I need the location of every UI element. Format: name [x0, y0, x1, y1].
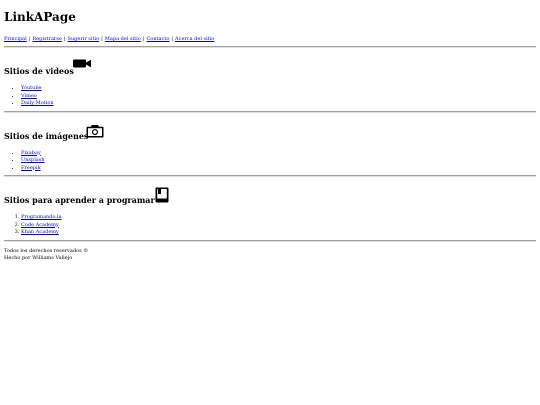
section-title-programming: Sitios para aprender a programar [4, 195, 155, 205]
section-title-images: Sitios de imágenes [4, 130, 89, 141]
list-item: Khan Academy [21, 229, 536, 237]
link-programando-la[interactable]: Programando.la [21, 214, 62, 220]
link-freepik[interactable]: Freepik [21, 165, 41, 171]
image-sites-list: Pixabay Unsplash Freepik [4, 150, 536, 173]
divider [4, 239, 536, 242]
site-title: LinkAPage [4, 10, 76, 24]
divider [4, 46, 536, 48]
list-item: Daily Motion [21, 100, 536, 108]
footer-copyright: Todos los derechos reservados © [4, 247, 89, 254]
link-pixabay[interactable]: Pixabay [21, 150, 41, 156]
nav-link-contacto[interactable]: Contacto [146, 36, 169, 42]
link-youtube[interactable]: Youtube [21, 85, 42, 91]
list-item: Programando.la [21, 214, 536, 222]
section-programming: Sitios para aprender a programar Program… [4, 187, 536, 237]
divider [4, 110, 536, 113]
divider [4, 175, 536, 177]
section-heading-videos: Sitios de videos [4, 59, 536, 77]
nav-link-sugerir-sitio[interactable]: Sugerir sitio [68, 36, 100, 42]
top-nav: Principal | Registrarse | Sugerir sitio | Mapa… [4, 35, 536, 43]
list-item: Youtube [21, 85, 536, 93]
camera-icon [86, 124, 104, 138]
link-unsplash[interactable]: Unsplash [21, 157, 45, 163]
section-heading-images: Sitios de imágenes [4, 124, 536, 142]
list-item: Vimeo [21, 93, 536, 101]
nav-link-registrarse[interactable]: Registrarse [32, 36, 61, 42]
footer-author: Hecho por Williams Vallejo [4, 255, 73, 261]
nav-separator: | [101, 36, 103, 42]
section-title-videos: Sitios de videos [4, 66, 74, 76]
list-item: Code Academy [21, 222, 536, 230]
link-khan-academy[interactable]: Khan Academy [21, 229, 59, 235]
video-sites-list: Youtube Vimeo Daily Motion [4, 85, 536, 108]
link-code-academy[interactable]: Code Academy [21, 222, 59, 228]
nav-separator: | [28, 36, 31, 42]
nav-separator: | [63, 36, 66, 42]
programming-sites-list: Programando.la Code Academy Khan Academy [4, 214, 536, 237]
page: LinkAPage Principal | Registrarse | Sugerir … [0, 0, 540, 263]
list-item: Pixabay [21, 150, 536, 158]
link-vimeo[interactable]: Vimeo [21, 93, 37, 99]
nav-separator: | [171, 36, 174, 42]
footer: Todos los derechos reservados © Hecho po… [4, 248, 536, 263]
video-camera-icon [73, 59, 92, 68]
link-daily-motion[interactable]: Daily Motion [21, 100, 54, 106]
nav-link-mapa-del-sitio[interactable]: Mapa del sitio [105, 36, 141, 42]
list-item: Freepik [21, 165, 536, 173]
nav-separator: | [142, 36, 145, 42]
list-item: Unsplash [21, 157, 536, 165]
section-heading-programming: Sitios para aprender a programar [4, 187, 536, 206]
nav-link-acerca-del-sitio[interactable]: Acerca del sitio [175, 36, 214, 42]
section-images: Sitios de imágenes Pixabay Unsplash Free… [4, 124, 536, 173]
nav-link-principal[interactable]: Principal [4, 36, 27, 42]
book-icon [155, 187, 169, 203]
section-videos: Sitios de videos Youtube Vimeo Daily Mot… [4, 59, 536, 108]
